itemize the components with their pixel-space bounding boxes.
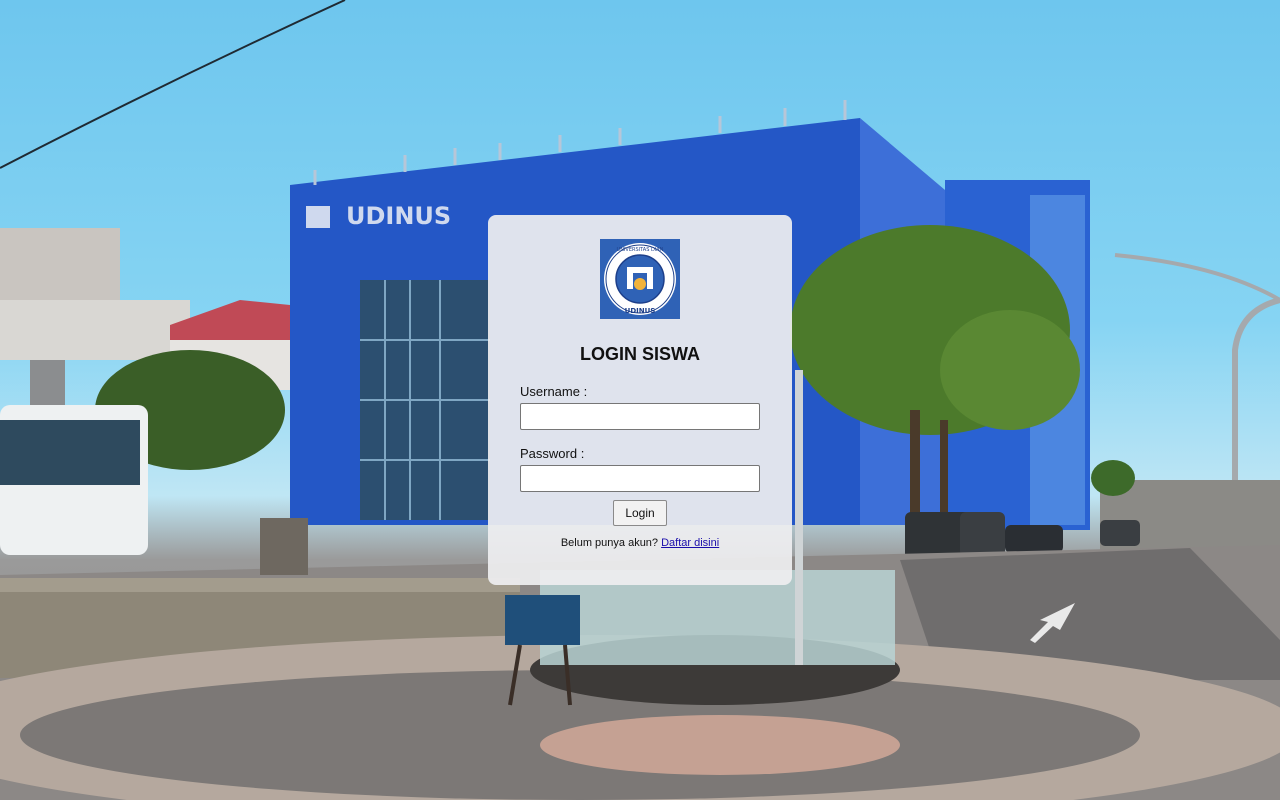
svg-text:UNIVERSITAS DIAN: UNIVERSITAS DIAN [617,247,664,253]
username-input[interactable] [520,403,760,430]
udinus-logo: UNIVERSITAS DIAN UDINUS [600,239,680,319]
password-input[interactable] [520,465,760,492]
register-link[interactable]: Daftar disini [661,537,719,549]
login-card: UNIVERSITAS DIAN UDINUS LOGIN SISWA User… [488,215,792,585]
password-label: Password : [520,446,585,461]
login-button[interactable]: Login [613,500,667,526]
username-label: Username : [520,384,588,399]
login-title: LOGIN SISWA [579,344,700,364]
register-prompt-text: Belum punya akun? [560,537,659,549]
building-sign-text: UDINUS [346,202,451,230]
svg-text:UDINUS: UDINUS [625,307,656,315]
register-prompt: Belum punya akun? Daftar disini [488,537,792,549]
university-seal-icon: UNIVERSITAS DIAN UDINUS [600,239,680,319]
